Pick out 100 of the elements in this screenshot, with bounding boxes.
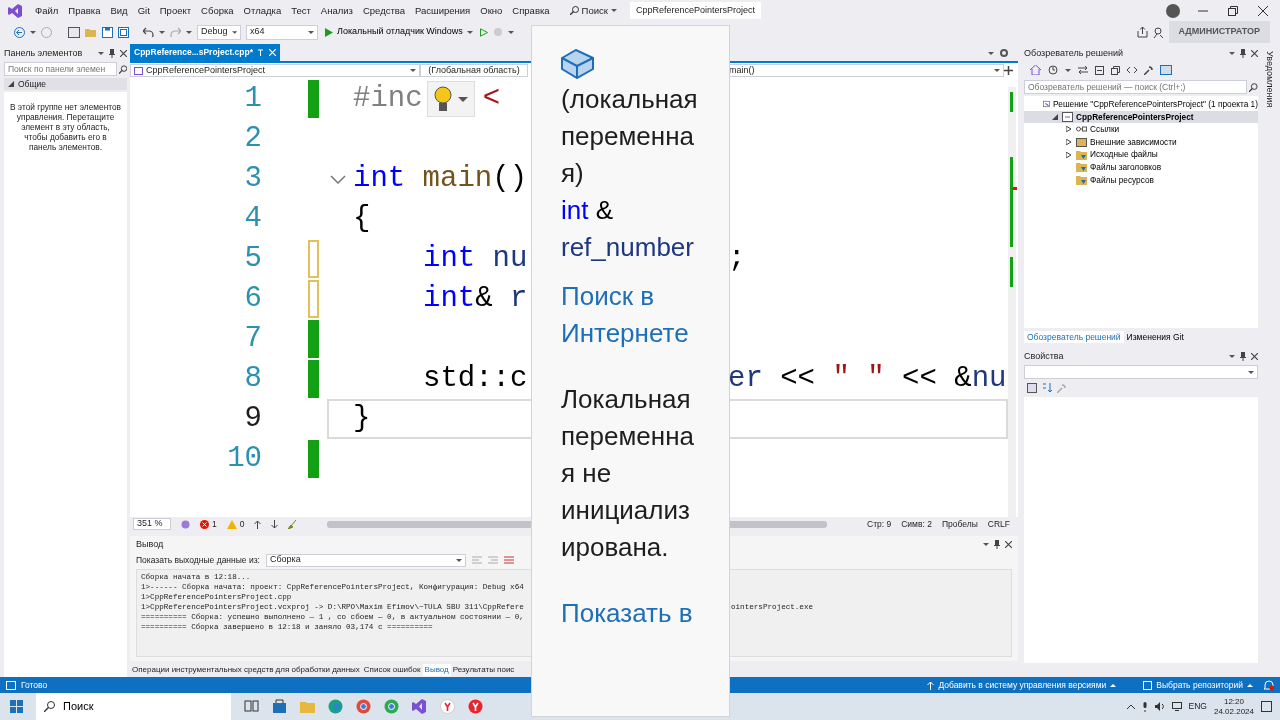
round-app-icon[interactable] — [440, 699, 455, 714]
menu-item[interactable]: Средства — [357, 3, 410, 18]
search-button[interactable]: Поиск — [564, 3, 622, 18]
new-item-icon[interactable] — [68, 26, 80, 38]
clock-icon[interactable] — [1048, 65, 1058, 75]
wrench-icon[interactable] — [1144, 65, 1153, 75]
browser-icon[interactable] — [328, 699, 343, 714]
panel-tab[interactable]: Вывод — [422, 664, 451, 676]
editor-tab[interactable]: CppReference...sProject.cpp* — [130, 44, 281, 61]
back-arrow-icon[interactable] — [14, 26, 25, 38]
caret-icon[interactable] — [455, 558, 462, 562]
output-source-dropdown[interactable]: Сборка — [265, 553, 466, 567]
tree-item[interactable]: Файлы заголовков — [1024, 160, 1258, 174]
notification-icon[interactable] — [1261, 701, 1272, 712]
panel-tab[interactable]: Операции инструментальных средств для обработки данных — [130, 664, 362, 676]
tree-item[interactable]: Файлы ресурсов — [1024, 173, 1258, 187]
close-icon[interactable] — [1005, 541, 1012, 548]
language-indicator[interactable]: ENG — [1188, 700, 1207, 713]
tree-item[interactable]: CppReferencePointersProject — [1024, 110, 1258, 124]
project-dropdown[interactable]: CppReferencePointersProject — [130, 64, 420, 77]
code-brackets-icon[interactable] — [1127, 66, 1137, 74]
caret-icon[interactable] — [1248, 370, 1254, 374]
down-arrow-icon[interactable] — [271, 519, 279, 529]
tree-item[interactable]: Исходные файлы — [1024, 148, 1258, 161]
caret-icon[interactable] — [994, 69, 1000, 72]
caret-icon[interactable] — [410, 69, 416, 72]
preview-icon[interactable] — [1160, 65, 1172, 75]
caret-icon[interactable] — [507, 30, 514, 34]
fold-chevron-icon[interactable] — [330, 174, 346, 184]
panel-tab[interactable]: Обозреватель решений — [1024, 330, 1124, 344]
vs-logo-icon[interactable] — [412, 699, 427, 714]
notifications-tab[interactable]: Уведомления — [1262, 43, 1276, 108]
monitor-icon[interactable] — [1171, 702, 1182, 711]
caret-icon[interactable] — [30, 30, 36, 34]
platform-dropdown[interactable]: x64 — [246, 24, 318, 40]
repository-icon[interactable] — [1143, 680, 1153, 690]
round-app-icon[interactable] — [468, 699, 483, 714]
vs-logo-icon[interactable] — [8, 3, 22, 18]
panel-tab[interactable]: Изменения Git — [1123, 330, 1187, 344]
tree-item[interactable]: Внешние зависимости — [1024, 135, 1258, 149]
toolbox-group-header[interactable]: Общие — [4, 78, 127, 90]
save-all-icon[interactable] — [118, 26, 129, 38]
zoom-dropdown[interactable]: 351 % — [133, 518, 171, 530]
gear-icon[interactable] — [1000, 49, 1008, 57]
menu-item[interactable]: Справка — [507, 3, 555, 18]
close-icon[interactable] — [1251, 353, 1258, 360]
menu-item[interactable]: Анализ — [315, 3, 358, 18]
tree-item[interactable]: Решение "CppReferencePointersProject" (1 проекта 1) — [1024, 98, 1258, 111]
caret-icon[interactable] — [98, 52, 104, 55]
caret-icon[interactable] — [610, 9, 617, 12]
copy-icon[interactable] — [1111, 65, 1120, 75]
caret-icon[interactable] — [1247, 683, 1253, 687]
sync-arrows-icon[interactable] — [1078, 66, 1088, 74]
restore-button[interactable] — [1228, 5, 1238, 16]
caret-icon[interactable] — [1229, 52, 1235, 55]
broom-icon[interactable] — [288, 519, 298, 529]
plus-icon[interactable] — [1004, 66, 1013, 75]
caret-icon[interactable] — [1065, 68, 1071, 72]
panel-tab[interactable]: Результаты поис — [450, 664, 517, 676]
menu-item[interactable]: Окно — [475, 3, 508, 18]
speaker-icon[interactable] — [1154, 702, 1165, 711]
menu-item[interactable]: Файл — [30, 3, 64, 18]
caret-icon[interactable] — [186, 30, 192, 34]
home-icon[interactable] — [1030, 65, 1041, 75]
browser-icon[interactable] — [384, 699, 399, 714]
microphone-icon[interactable] — [1141, 701, 1148, 712]
search-icon[interactable] — [118, 64, 127, 74]
expand-triangle-icon[interactable] — [1066, 139, 1072, 146]
menu-item[interactable]: Отладка — [238, 3, 287, 18]
taskbar-search-field[interactable]: Поиск — [36, 693, 231, 720]
panel-tab[interactable]: Список ошибок — [361, 664, 423, 676]
collapse-icon[interactable] — [1095, 65, 1104, 75]
caret-icon[interactable] — [308, 30, 314, 34]
scope-dropdown[interactable]: (Глобальная область) — [420, 64, 528, 77]
close-button[interactable] — [1258, 5, 1268, 16]
undo-icon[interactable] — [143, 27, 154, 37]
search-icon[interactable] — [1249, 82, 1258, 92]
menu-item[interactable]: Расширения — [410, 3, 476, 18]
search-web-link[interactable]: Поиск в Интернете — [561, 278, 699, 352]
menu-item[interactable]: Проект — [154, 3, 197, 18]
chevron-up-icon[interactable] — [1126, 704, 1135, 709]
caret-icon[interactable] — [988, 51, 994, 55]
start-debugging-button[interactable]: Локальный отладчик Windows — [323, 25, 475, 39]
select-repository-button[interactable]: Выбрать репозиторий — [1137, 677, 1259, 693]
configuration-dropdown[interactable]: Debug — [197, 24, 241, 40]
caret-icon[interactable] — [1229, 355, 1235, 358]
caret-icon[interactable] — [1110, 683, 1117, 687]
caret-icon[interactable] — [983, 543, 989, 546]
share-icon[interactable] — [1136, 26, 1148, 38]
search-icon[interactable] — [569, 6, 579, 15]
save-icon[interactable] — [102, 26, 113, 38]
menu-item[interactable]: Сборка — [196, 3, 239, 18]
tree-item[interactable]: Ссылки — [1024, 123, 1258, 136]
expand-triangle-icon[interactable] — [1066, 126, 1072, 133]
caret-icon[interactable] — [231, 30, 237, 34]
caret-icon[interactable] — [159, 30, 165, 34]
categorized-icon[interactable] — [1027, 383, 1037, 393]
menu-item[interactable]: Git — [132, 3, 155, 18]
browser-icon[interactable] — [356, 699, 371, 714]
solution-search-field[interactable]: Обозреватель решений — поиск (Ctrl+;) — [1024, 80, 1248, 94]
